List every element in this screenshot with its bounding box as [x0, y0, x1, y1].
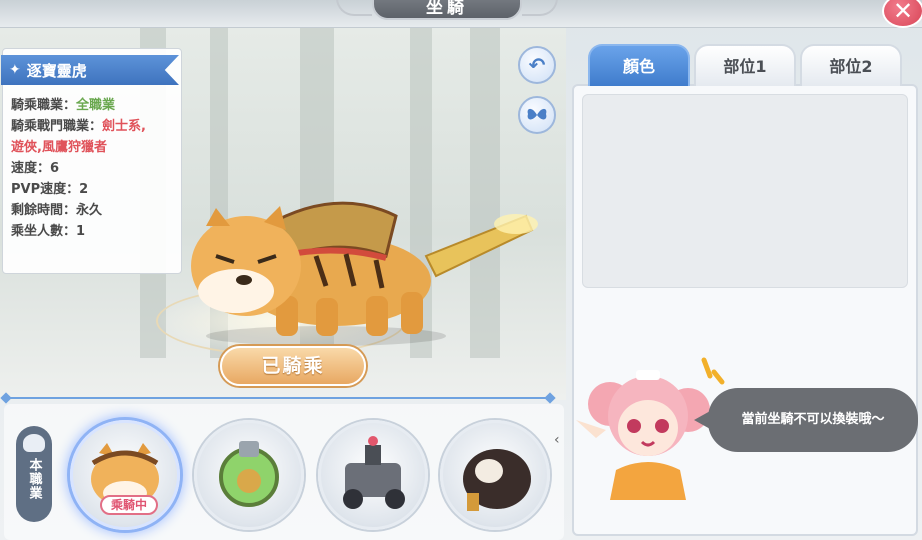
- tab-part-2[interactable]: 部位2: [800, 44, 902, 86]
- stat-row: 乘坐人數：1: [11, 224, 86, 239]
- mount-name: 逐寶靈虎: [26, 61, 87, 80]
- sparkle-icon: ✦: [9, 62, 21, 78]
- mount-slot-dog[interactable]: [440, 420, 550, 530]
- customize-tabs: 顏色 部位1 部位2: [588, 44, 902, 86]
- mount-slot-potion-machine[interactable]: [194, 420, 304, 530]
- wings-toggle-button[interactable]: [518, 96, 556, 134]
- undo-arrow-icon: ↶: [528, 53, 546, 77]
- tab-part-1[interactable]: 部位1: [694, 44, 796, 86]
- mount-slot-monster-car[interactable]: [318, 420, 428, 530]
- stat-row: 遊俠,風鷹狩獵者: [11, 140, 107, 155]
- tiger-mount-model: [191, 201, 538, 346]
- npc-speech-bubble: 當前坐騎不可以換裝哦～: [694, 388, 918, 452]
- page-title: 坐騎: [372, 0, 522, 20]
- potion-machine-mount-icon: [219, 441, 279, 507]
- stat-row: 騎乘戰門職業：劍士系,: [11, 119, 146, 134]
- stat-row: 速度：6: [11, 161, 60, 176]
- mount-stats: 騎乘職業：全職業 騎乘戰門職業：劍士系, 遊俠,風鷹狩獵者 速度：6 PVP速度…: [11, 95, 179, 242]
- ride-status-button[interactable]: 已騎乘: [220, 346, 366, 386]
- mount-name-ribbon: ✦ 逐寶靈虎: [1, 55, 179, 85]
- scroll-hint[interactable]: ‹: [554, 432, 560, 448]
- dog-mount-icon: [463, 449, 531, 511]
- stat-row: 騎乘職業：全職業: [11, 98, 116, 113]
- section-divider: [4, 397, 552, 399]
- mount-info-card: ✦ 逐寶靈虎 騎乘職業：全職業 騎乘戰門職業：劍士系, 遊俠,風鷹狩獵者 速度：…: [1, 48, 182, 274]
- reset-view-button[interactable]: ↶: [518, 46, 556, 84]
- monster-car-mount-icon: [343, 436, 405, 509]
- butterfly-icon: [527, 108, 547, 120]
- color-options-area: [582, 94, 908, 288]
- class-filter-label: 本職業: [26, 458, 42, 500]
- stat-row: 剩餘時間：永久: [11, 203, 103, 218]
- class-filter-tab[interactable]: 本職業: [16, 426, 52, 522]
- stat-row: PVP速度：2: [11, 182, 89, 197]
- riding-badge: 乘騎中: [100, 495, 158, 515]
- tab-color[interactable]: 顏色: [588, 44, 690, 86]
- helmet-icon: [23, 434, 45, 452]
